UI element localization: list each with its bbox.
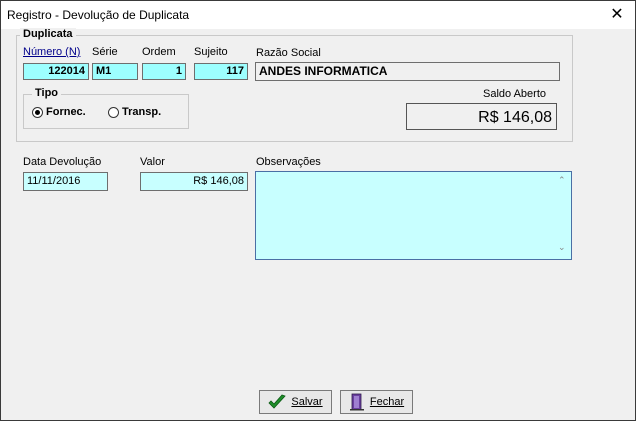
observacoes-textarea[interactable]: ⌃ ⌄ — [255, 171, 572, 260]
serie-field[interactable]: M1 — [92, 63, 138, 80]
numero-field[interactable]: 122014 — [23, 63, 89, 80]
radio-fornec-label: Fornec. — [46, 106, 86, 118]
saldo-aberto-field: R$ 146,08 — [406, 103, 557, 130]
dialog-window: Registro - Devolução de Duplicata ✕ Dupl… — [0, 0, 636, 421]
salvar-label: Salvar — [291, 396, 323, 408]
saldo-aberto-label: Saldo Aberto — [483, 88, 546, 100]
ordem-label: Ordem — [142, 46, 176, 58]
radio-transp[interactable]: Transp. — [108, 106, 161, 118]
scroll-down-icon[interactable]: ⌄ — [558, 242, 566, 253]
duplicata-legend: Duplicata — [20, 28, 76, 40]
observacoes-label: Observações — [256, 156, 321, 168]
salvar-button[interactable]: Salvar — [259, 390, 332, 414]
numero-label[interactable]: Número (N) — [23, 46, 80, 58]
sujeito-label: Sujeito — [194, 46, 228, 58]
radio-fornec-indicator[interactable] — [32, 106, 43, 118]
close-icon[interactable]: ✕ — [599, 1, 635, 29]
data-devolucao-label: Data Devolução — [23, 156, 102, 168]
radio-transp-label: Transp. — [122, 106, 162, 118]
data-devolucao-field[interactable]: 11/11/2016 — [23, 172, 108, 191]
title-bar: Registro - Devolução de Duplicata ✕ — [1, 1, 635, 29]
razao-social-label: Razão Social — [256, 47, 321, 59]
radio-fornec[interactable]: Fornec. — [32, 106, 86, 118]
ordem-field[interactable]: 1 — [142, 63, 186, 80]
tipo-legend: Tipo — [32, 87, 62, 99]
razao-social-field[interactable]: ANDES INFORMATICA — [255, 62, 560, 81]
radio-transp-indicator[interactable] — [108, 106, 119, 118]
fechar-button[interactable]: Fechar — [340, 390, 413, 414]
serie-label: Série — [92, 46, 118, 58]
valor-field[interactable]: R$ 146,08 — [140, 172, 248, 191]
valor-label: Valor — [140, 156, 165, 168]
fechar-label: Fechar — [369, 396, 405, 408]
scroll-up-icon[interactable]: ⌃ — [558, 175, 566, 186]
window-title: Registro - Devolução de Duplicata — [7, 8, 190, 22]
sujeito-field[interactable]: 117 — [194, 63, 248, 80]
checkmark-icon — [268, 394, 287, 409]
door-exit-icon — [349, 393, 364, 411]
observacoes-scrollbar[interactable]: ⌃ ⌄ — [554, 172, 571, 259]
